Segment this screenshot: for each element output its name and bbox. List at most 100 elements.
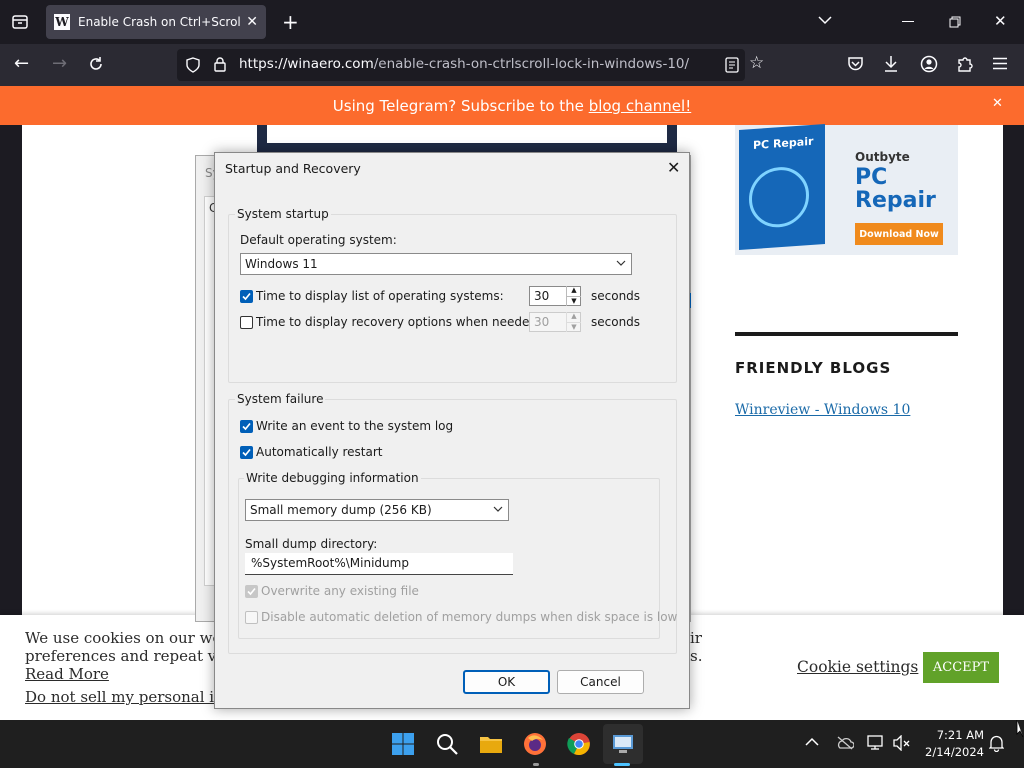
clock-date[interactable]: 2/14/2024 bbox=[918, 745, 984, 759]
checkmark-icon bbox=[242, 292, 251, 301]
windows-taskbar: 7:21 AM 2/14/2024 bbox=[0, 720, 1024, 768]
time-recovery-label: Time to display recovery options when ne… bbox=[256, 315, 542, 329]
bookmark-star-icon[interactable]: ☆ bbox=[749, 53, 764, 73]
ad-product-line1: PC bbox=[855, 165, 888, 190]
seconds-label-1: seconds bbox=[591, 289, 641, 303]
downloads-icon[interactable] bbox=[883, 55, 899, 73]
time-recovery-value: 30 bbox=[534, 315, 550, 329]
cookie-text-line1: We use cookies on our web bbox=[25, 629, 231, 647]
dialog-title: Startup and Recovery bbox=[225, 161, 361, 176]
system-startup-label: System startup bbox=[235, 207, 331, 221]
spin-up-icon: ▲ bbox=[566, 312, 581, 322]
dump-type-value: Small memory dump (256 KB) bbox=[250, 503, 432, 517]
tab-title: Enable Crash on Ctrl+Scroll Lock in Wind… bbox=[78, 15, 241, 29]
minimize-icon[interactable] bbox=[902, 21, 914, 22]
firefox-icon[interactable] bbox=[523, 732, 547, 756]
accept-cookies-button[interactable]: ACCEPT bbox=[923, 652, 999, 683]
disable-auto-delete-label: Disable automatic deletion of memory dum… bbox=[261, 610, 678, 624]
dump-dir-label: Small dump directory: bbox=[245, 537, 378, 551]
account-icon[interactable] bbox=[920, 55, 938, 73]
clock-time[interactable]: 7:21 AM bbox=[922, 728, 984, 742]
outbyte-ad[interactable]: PC Repair Outbyte PC Repair Download Now bbox=[735, 123, 958, 255]
search-icon[interactable] bbox=[435, 732, 459, 756]
url-path: /enable-crash-on-ctrlscroll-lock-in-wind… bbox=[373, 56, 690, 72]
chevron-down-icon bbox=[493, 506, 503, 513]
ad-download-button[interactable]: Download Now bbox=[855, 223, 943, 245]
cookie-text-line2-end: s. bbox=[690, 647, 703, 665]
winaero-favicon: W bbox=[54, 14, 70, 30]
restore-icon[interactable] bbox=[949, 16, 961, 28]
spin-up-icon[interactable]: ▲ bbox=[566, 286, 581, 296]
banner-link[interactable]: blog channel! bbox=[589, 97, 692, 115]
default-os-label: Default operating system: bbox=[240, 233, 397, 247]
overwrite-checkbox bbox=[245, 585, 258, 598]
forward-icon[interactable]: → bbox=[52, 53, 67, 74]
auto-restart-checkbox[interactable] bbox=[240, 446, 253, 459]
back-icon[interactable]: ← bbox=[14, 53, 29, 74]
new-tab-icon[interactable]: + bbox=[282, 10, 299, 34]
auto-restart-label: Automatically restart bbox=[256, 445, 383, 459]
tab-active[interactable]: W Enable Crash on Ctrl+Scroll Lock in Wi… bbox=[46, 5, 266, 39]
browser-tab-bar: W Enable Crash on Ctrl+Scroll Lock in Wi… bbox=[0, 0, 1024, 44]
overwrite-label: Overwrite any existing file bbox=[261, 584, 419, 598]
checkmark-icon bbox=[242, 448, 251, 457]
dump-type-select[interactable]: Small memory dump (256 KB) bbox=[245, 499, 509, 521]
cookie-settings-link[interactable]: Cookie settings bbox=[797, 658, 918, 676]
spin-down-icon: ▼ bbox=[566, 322, 581, 332]
startup-and-recovery-dialog: Startup and Recovery ✕ System startup De… bbox=[214, 152, 690, 709]
cookie-text-line2: preferences and repeat vis bbox=[25, 647, 229, 665]
checkmark-icon bbox=[247, 587, 256, 596]
tab-close-icon[interactable]: ✕ bbox=[246, 14, 258, 30]
reader-view-icon[interactable] bbox=[725, 57, 739, 73]
read-more-link[interactable]: Read More bbox=[25, 665, 109, 683]
chrome-icon[interactable] bbox=[567, 732, 591, 756]
reload-icon[interactable] bbox=[88, 56, 104, 72]
lock-icon[interactable] bbox=[213, 56, 227, 73]
time-list-spinner[interactable]: 30 ▲ ▼ bbox=[529, 286, 581, 306]
extensions-icon[interactable] bbox=[956, 55, 973, 73]
friendly-blogs-heading: FRIENDLY BLOGS bbox=[735, 359, 892, 377]
url-host: https://winaero.com bbox=[239, 56, 374, 72]
cancel-button[interactable]: Cancel bbox=[557, 670, 644, 694]
ad-brand: Outbyte bbox=[855, 150, 910, 164]
tab-list-icon[interactable] bbox=[11, 13, 29, 31]
do-not-sell-link[interactable]: Do not sell my personal inf bbox=[25, 688, 229, 706]
notification-bell-icon[interactable] bbox=[989, 735, 1004, 752]
winreview-link[interactable]: Winreview - Windows 10 bbox=[735, 402, 910, 418]
network-icon[interactable] bbox=[867, 735, 885, 751]
cookie-text-line1-end: ir bbox=[690, 629, 702, 647]
volume-muted-icon[interactable] bbox=[893, 735, 911, 751]
write-event-label: Write an event to the system log bbox=[256, 419, 454, 433]
tab-overflow-chevron-icon[interactable] bbox=[818, 15, 832, 25]
ok-button[interactable]: OK bbox=[463, 670, 550, 694]
pc-repair-box-image: PC Repair bbox=[739, 123, 825, 251]
banner-close-icon[interactable]: ✕ bbox=[992, 96, 1003, 111]
time-list-checkbox[interactable] bbox=[240, 290, 253, 303]
browser-navigation-bar: ← → https://winaero.com/enable-crash-on-… bbox=[0, 44, 1024, 86]
pocket-icon[interactable] bbox=[847, 56, 864, 72]
file-explorer-icon[interactable] bbox=[479, 732, 503, 756]
time-recovery-spinner[interactable]: 30 ▲ ▼ bbox=[529, 312, 581, 332]
dialog-close-icon[interactable]: ✕ bbox=[667, 158, 680, 177]
debug-info-label: Write debugging information bbox=[244, 471, 421, 485]
time-list-value: 30 bbox=[534, 289, 550, 303]
window-close-icon[interactable]: ✕ bbox=[994, 12, 1007, 30]
default-os-select[interactable]: Windows 11 bbox=[240, 253, 632, 275]
system-properties-app-icon[interactable] bbox=[611, 732, 635, 756]
show-hidden-icons-chevron-icon[interactable] bbox=[805, 737, 819, 747]
start-windows-icon[interactable] bbox=[391, 732, 415, 756]
app-menu-icon[interactable] bbox=[993, 57, 1007, 70]
spin-down-icon[interactable]: ▼ bbox=[566, 296, 581, 306]
address-bar[interactable]: https://winaero.com/enable-crash-on-ctrl… bbox=[177, 49, 764, 81]
tracking-shield-icon[interactable] bbox=[185, 57, 201, 73]
mouse-cursor-icon bbox=[1016, 720, 1024, 738]
section-divider bbox=[735, 332, 958, 336]
time-recovery-checkbox[interactable] bbox=[240, 316, 253, 329]
dump-dir-input[interactable]: %SystemRoot%\Minidump bbox=[245, 553, 513, 575]
write-event-checkbox[interactable] bbox=[240, 420, 253, 433]
chevron-down-icon bbox=[616, 260, 626, 267]
url-text: https://winaero.com/enable-crash-on-ctrl… bbox=[239, 56, 689, 72]
article-image bbox=[257, 125, 677, 153]
onedrive-icon[interactable] bbox=[836, 736, 854, 750]
box-label: PC Repair bbox=[753, 134, 814, 153]
